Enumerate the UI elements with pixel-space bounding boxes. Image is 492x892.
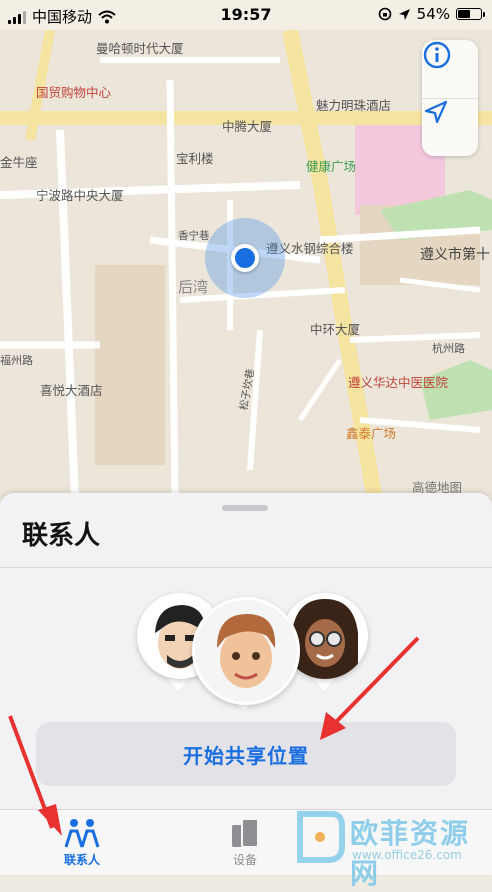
poi-label: 遵义市第十 [420, 247, 490, 263]
poi-label: 宝利楼 [176, 151, 214, 166]
poi-label: 遵义华达中医医院 [348, 375, 449, 390]
poi-label: 宁波路中央大厦 [36, 188, 124, 203]
avatar-bubble-tail [314, 679, 334, 691]
poi-label: 喜悦大酒店 [40, 383, 103, 398]
poi-label: 国贸购物中心 [36, 85, 112, 100]
tab-devices[interactable]: 设备 [195, 810, 295, 875]
map-view[interactable]: 曼哈顿时代大厦 国贸购物中心 魅力明珠酒店 中腾大厦 宝利楼 金牛座 健康广场 … [0, 0, 492, 500]
status-bar: 中国移动 19:57 54% [0, 0, 492, 30]
start-sharing-location-button[interactable]: 开始共享位置 [36, 722, 456, 786]
poi-label: 福州路 [0, 354, 33, 367]
poi-label: 鑫泰广场 [346, 426, 397, 441]
tab-label: 设备 [232, 853, 257, 867]
memoji-icon [195, 600, 297, 702]
poi-label: 金牛座 [0, 155, 38, 170]
poi-label: 健康广场 [306, 159, 357, 174]
divider [0, 567, 492, 568]
info-icon [423, 41, 451, 69]
watermark-logo-icon [297, 811, 345, 863]
locate-me-button[interactable] [422, 98, 478, 156]
sheet-grabber[interactable] [222, 505, 268, 511]
poi-label: 后湾 [178, 278, 209, 296]
devices-icon [232, 818, 259, 848]
location-arrow-icon [424, 100, 448, 124]
battery-icon [456, 8, 485, 20]
avatar [192, 597, 300, 705]
poi-label: 曼哈顿时代大厦 [96, 41, 184, 56]
battery-percent: 54% [416, 5, 450, 23]
tab-people[interactable]: 联系人 [32, 810, 132, 875]
poi-label: 中腾大厦 [222, 119, 273, 134]
watermark-url: www.office26.com [352, 848, 462, 862]
current-location-dot[interactable] [231, 244, 259, 272]
avatar-bubble-tail [168, 679, 188, 691]
info-button[interactable] [422, 40, 478, 99]
poi-label: 魅力明珠酒店 [316, 98, 392, 113]
share-button-label: 开始共享位置 [183, 743, 309, 768]
poi-label: 杭州路 [432, 342, 465, 355]
sheet-title: 联系人 [22, 521, 101, 551]
poi-label: 中环大厦 [310, 322, 361, 337]
rotation-lock-icon [378, 7, 391, 21]
poi-label: 香宁巷 [178, 230, 210, 242]
watermark: 欧菲资源网 www.office26.com [290, 804, 490, 890]
people-icon [64, 819, 100, 848]
map-controls [422, 40, 478, 156]
location-services-icon [398, 8, 410, 20]
tab-label: 联系人 [63, 853, 100, 867]
